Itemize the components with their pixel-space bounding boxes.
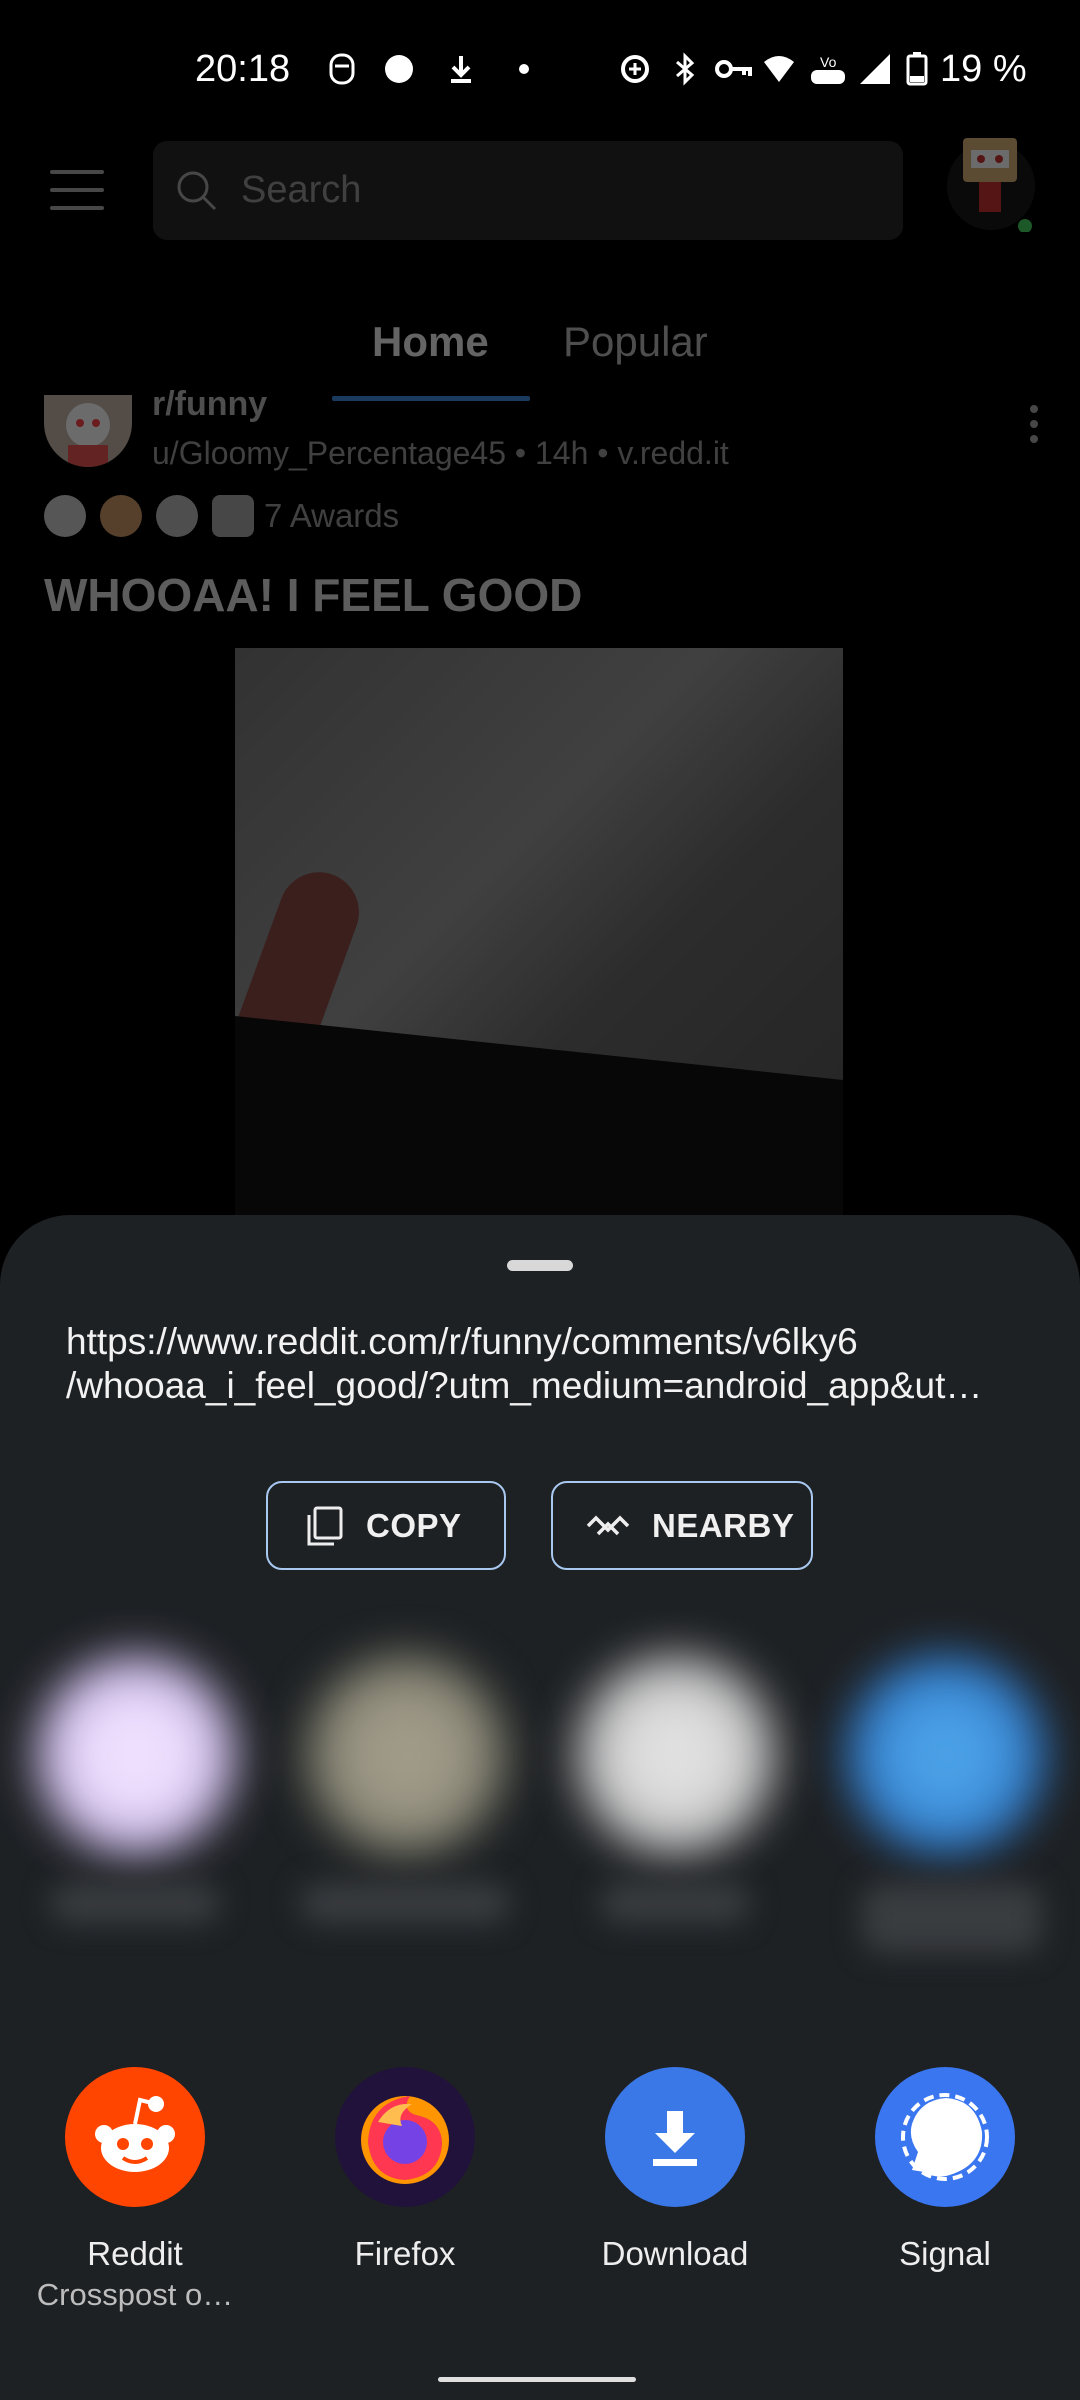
contact-name <box>862 1883 1042 1953</box>
nearby-share-button[interactable]: NEARBY <box>551 1481 813 1570</box>
share-app-targets: Reddit Crosspost o… Firefox Download Sig… <box>0 2067 1080 2367</box>
search-icon <box>177 171 217 211</box>
drag-handle[interactable] <box>507 1260 573 1271</box>
post-header: r/funny u/Gloomy_Percentage45 • 14h • v.… <box>0 385 1080 495</box>
copy-button[interactable]: COPY <box>266 1481 506 1570</box>
subreddit-name[interactable]: r/funny <box>152 385 267 424</box>
contact-avatar <box>846 1655 1046 1855</box>
signal-app-icon <box>385 55 413 83</box>
status-bar: 20:18 Vo 19 % <box>0 0 1080 140</box>
vpn-key-icon <box>715 60 752 78</box>
post-title[interactable]: WHOOAA! I FEEL GOOD <box>44 568 582 622</box>
notification-face-icon <box>329 53 355 85</box>
share-url: https://www.reddit.com/r/funny/comments/… <box>66 1320 1026 1408</box>
app-name: Signal <box>899 2235 991 2272</box>
download-icon <box>451 56 471 83</box>
tab-popular[interactable]: Popular <box>563 318 708 366</box>
direct-share-targets <box>0 1655 1080 1985</box>
share-url-line: https://www.reddit.com/r/funny/comments/… <box>66 1321 858 1362</box>
contact-name <box>50 1883 220 1923</box>
app-name: Download <box>601 2235 749 2272</box>
copy-label: COPY <box>366 1506 462 1544</box>
more-options-icon[interactable] <box>1030 405 1042 445</box>
download-icon <box>605 2067 745 2207</box>
video-thumbnail[interactable] <box>235 648 843 1238</box>
bluetooth-icon <box>676 52 695 86</box>
post-meta: u/Gloomy_Percentage45 • 14h • v.redd.it <box>152 435 729 471</box>
cell-signal-icon <box>860 54 890 84</box>
svg-text:Vo: Vo <box>820 54 837 70</box>
copy-icon <box>307 1506 343 1545</box>
battery-percentage: 19 % <box>940 48 1027 90</box>
menu-icon[interactable] <box>50 170 104 212</box>
share-app-signal[interactable]: Signal <box>810 2067 1080 2273</box>
awards-count: 7 Awards <box>264 497 400 534</box>
award-icon <box>156 495 198 537</box>
subreddit-avatar[interactable] <box>44 395 132 467</box>
app-name: Reddit <box>87 2235 183 2272</box>
contact-avatar <box>306 1655 506 1855</box>
nearby-label: NEARBY <box>652 1506 795 1544</box>
volte-icon: Vo <box>811 54 845 84</box>
data-saver-icon <box>621 55 649 83</box>
share-url-line: /whooaa_i_feel_good/?utm_medium=android_… <box>66 1365 983 1406</box>
snoo-icon <box>66 403 110 467</box>
firefox-icon <box>335 2067 475 2207</box>
award-icon <box>212 495 254 537</box>
share-app-reddit[interactable]: Reddit Crosspost o… <box>0 2067 270 2313</box>
award-icon <box>100 495 142 537</box>
app-name: Firefox <box>354 2235 456 2272</box>
reddit-icon <box>65 2067 205 2207</box>
contact-name <box>600 1883 750 1923</box>
contact-avatar <box>576 1655 776 1855</box>
share-sheet: https://www.reddit.com/r/funny/comments/… <box>0 1215 1080 2400</box>
contact-name <box>300 1883 510 1923</box>
gesture-nav-bar[interactable] <box>438 2377 636 2382</box>
signal-icon <box>875 2067 1015 2207</box>
app-subtitle: Crosspost o… <box>36 2277 234 2312</box>
wifi-icon <box>764 56 794 82</box>
status-time: 20:18 <box>195 48 291 90</box>
video-content <box>235 1016 843 1238</box>
award-icon <box>44 495 86 537</box>
share-app-firefox[interactable]: Firefox <box>270 2067 540 2273</box>
search-input[interactable]: Search <box>153 141 903 240</box>
dot-icon <box>519 64 529 74</box>
search-placeholder: Search <box>241 169 362 211</box>
contact-avatar <box>36 1655 236 1855</box>
tab-home[interactable]: Home <box>372 318 489 366</box>
share-app-download[interactable]: Download <box>540 2067 810 2273</box>
battery-icon <box>906 52 928 86</box>
user-avatar[interactable] <box>945 120 1037 232</box>
nearby-share-icon <box>586 1515 630 1535</box>
